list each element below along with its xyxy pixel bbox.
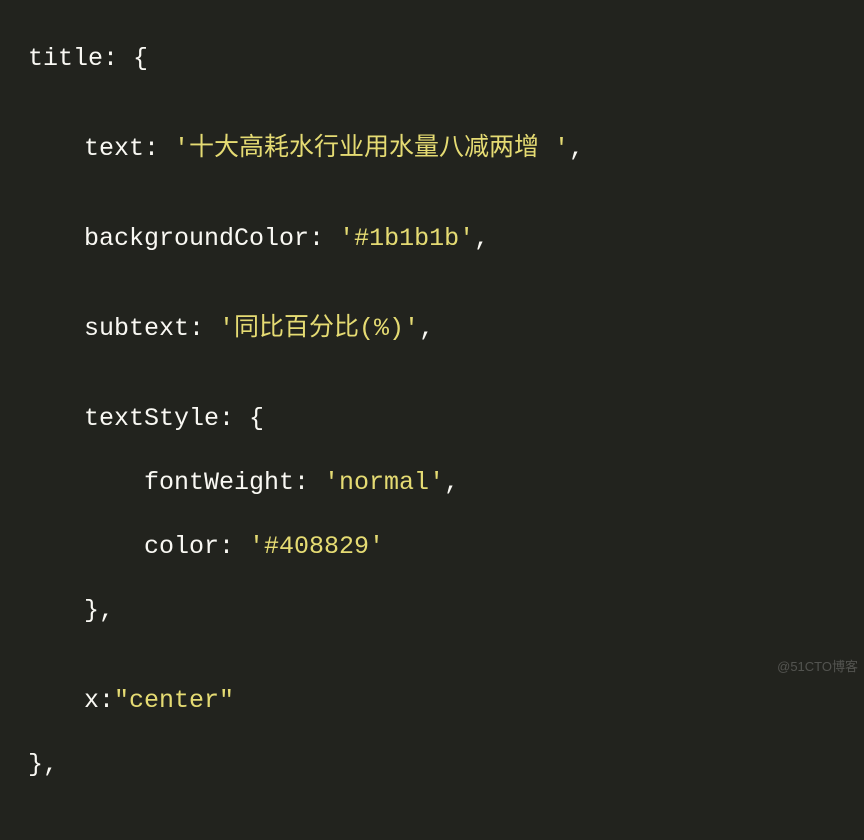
code-block: title: { text: '十大高耗水行业用水量八减两增 ', backgr… — [0, 0, 864, 840]
token-string: 'normal' — [324, 468, 444, 497]
token-key: text: — [84, 134, 159, 163]
code-line: }, — [28, 596, 864, 626]
token-punct — [309, 468, 324, 497]
token-key: fontWeight: — [144, 468, 309, 497]
token-brace-close: }, — [28, 750, 58, 779]
token-punct: , — [569, 134, 584, 163]
token-punct — [118, 44, 133, 73]
token-string: '#1b1b1b' — [339, 224, 474, 253]
code-line: subtext: '同比百分比(%)', — [28, 314, 864, 344]
code-line: fontWeight: 'normal', — [28, 468, 864, 498]
token-string: '十大高耗水行业用水量八减两增 ' — [174, 134, 569, 163]
code-line: x:"center" — [28, 686, 864, 716]
token-key: x: — [84, 686, 114, 715]
code-line: }, — [28, 750, 864, 780]
code-line: backgroundColor: '#1b1b1b', — [28, 224, 864, 254]
token-punct — [234, 404, 249, 433]
token-brace: { — [249, 404, 264, 433]
token-punct — [324, 224, 339, 253]
code-line: text: '十大高耗水行业用水量八减两增 ', — [28, 134, 864, 164]
token-brace: { — [133, 44, 148, 73]
token-key: title: — [28, 44, 118, 73]
code-line: title: { — [28, 44, 864, 74]
token-key: backgroundColor: — [84, 224, 324, 253]
code-line: color: '#408829' — [28, 532, 864, 562]
token-string: "center" — [114, 686, 234, 715]
token-punct — [159, 134, 174, 163]
code-line: textStyle: { — [28, 404, 864, 434]
token-punct: , — [444, 468, 459, 497]
token-string: '#408829' — [249, 532, 384, 561]
token-key: textStyle: — [84, 404, 234, 433]
token-brace-close: }, — [84, 596, 114, 625]
token-key: color: — [144, 532, 234, 561]
token-punct — [234, 532, 249, 561]
token-punct: , — [474, 224, 489, 253]
token-punct: , — [419, 314, 434, 343]
watermark-text: @51CTO博客 — [777, 659, 858, 675]
token-string: '同比百分比(%)' — [219, 314, 419, 343]
token-punct — [204, 314, 219, 343]
token-key: subtext: — [84, 314, 204, 343]
